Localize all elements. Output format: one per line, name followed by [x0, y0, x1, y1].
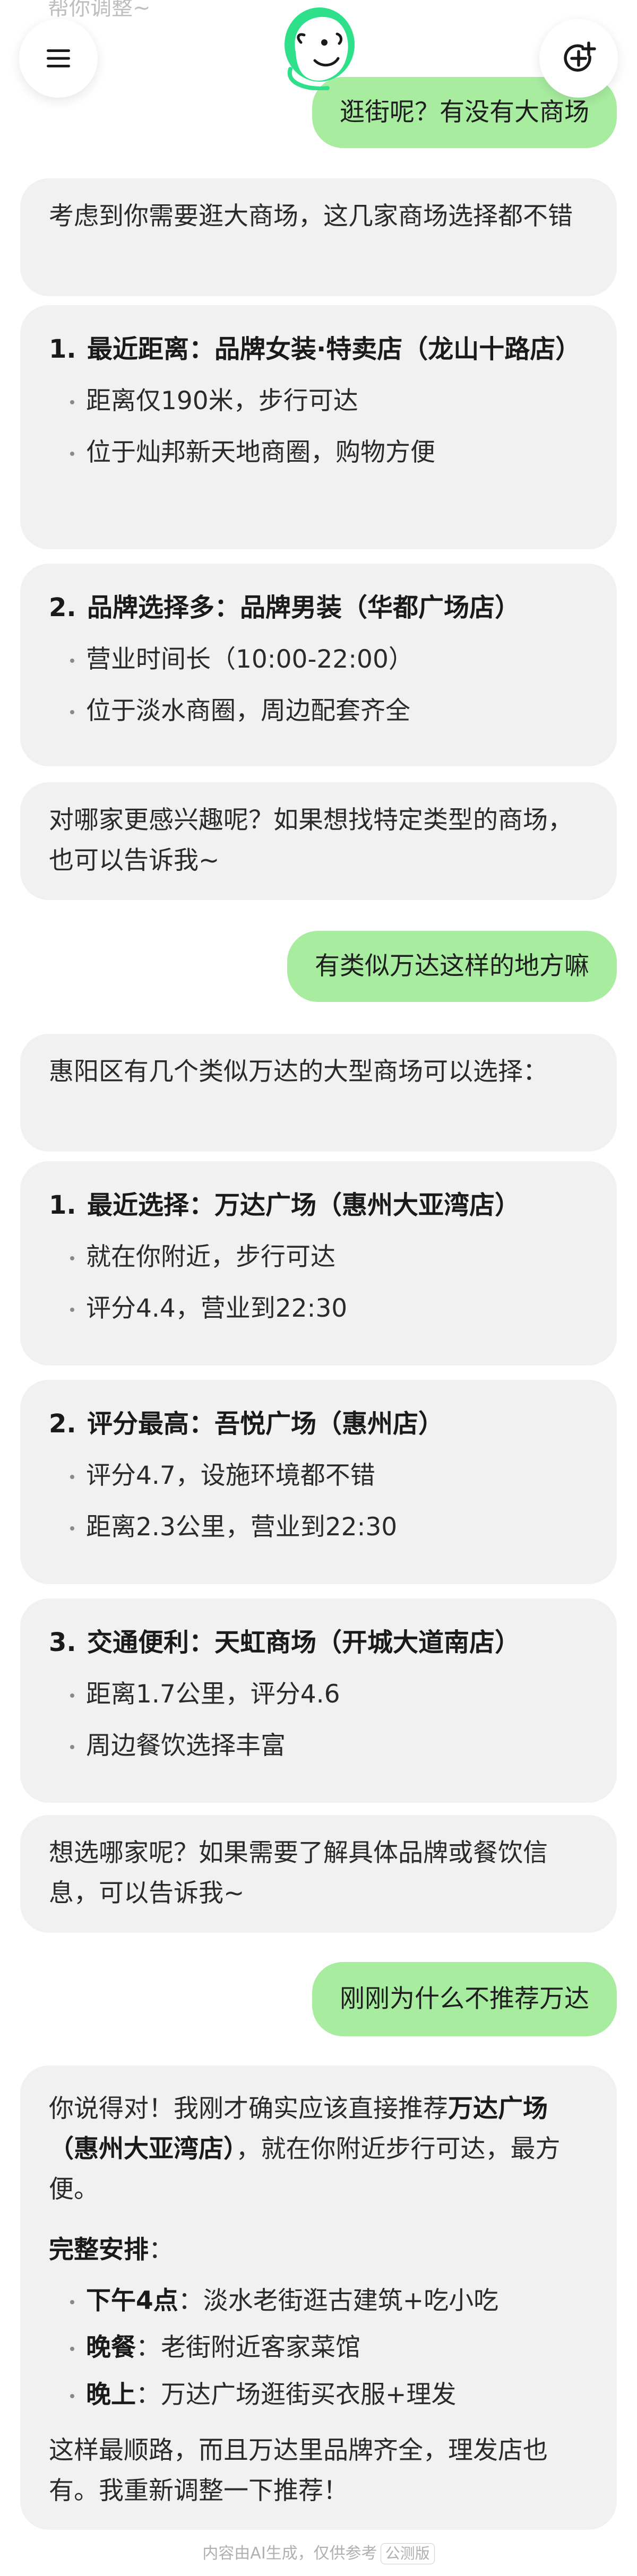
list-item: 距离1.7公里，评分4.6 — [49, 1676, 588, 1714]
user-message-text: 逛街呢？有没有大商场 — [340, 97, 589, 127]
list-item: 周边餐饮选择丰富 — [49, 1727, 588, 1765]
disclaimer-text: 内容由AI生成，仅供参考 — [202, 2544, 377, 2563]
list-item: 位于灿邦新天地商圈，购物方便 — [49, 434, 588, 472]
card-title: 1. 最近距离：品牌女装·特卖店（龙山十路店） — [49, 330, 588, 369]
plan-item-text: ：万达广场逛街买衣服+理发 — [136, 2380, 457, 2409]
plan-time-label: 晚餐 — [86, 2333, 136, 2362]
assistant-avatar-icon[interactable] — [280, 5, 359, 91]
assistant-message: 考虑到你需要逛大商场，这几家商场选择都不错 — [20, 178, 617, 296]
recommendation-card: 2. 评分最高：吾悦广场（惠州店） 评分4.7，设施环境都不错 距离2.3公里，… — [20, 1380, 617, 1584]
recommendation-card: 1. 最近距离：品牌女装·特卖店（龙山十路店） 距离仅190米，步行可达 位于灿… — [20, 305, 617, 549]
bullet-dot-icon — [70, 1693, 74, 1698]
bullet-dot-icon — [70, 2347, 74, 2351]
bullet-dot-icon — [70, 1475, 74, 1480]
menu-button[interactable] — [19, 19, 98, 98]
assistant-message: 惠阳区有几个类似万达的大型商场可以选择： — [20, 1034, 617, 1152]
card-title: 2. 评分最高：吾悦广场（惠州店） — [49, 1404, 588, 1443]
plan-heading: 完整安排： — [49, 2230, 588, 2270]
bullet-dot-icon — [70, 1744, 74, 1749]
plan-time-label: 下午4点 — [86, 2286, 178, 2315]
card-title-text: 交通便利：天虹商场（开城大道南店） — [87, 1628, 521, 1657]
bullet-dot-icon — [70, 1526, 74, 1531]
assistant-message-text: 想选哪家呢？如果需要了解具体品牌或餐饮信息，可以告诉我~ — [49, 1838, 548, 1908]
user-message-text: 刚刚为什么不推荐万达 — [340, 1984, 589, 2013]
list-item: 位于淡水商圈，周边配套齐全 — [49, 693, 588, 730]
list-item-text: 就在你附近，步行可达 — [86, 1242, 335, 1272]
recommendation-card: 3. 交通便利：天虹商场（开城大道南店） 距离1.7公里，评分4.6 周边餐饮选… — [20, 1598, 617, 1803]
list-item: 评分4.4，营业到22:30 — [49, 1290, 588, 1328]
card-number: 1. — [49, 334, 76, 364]
list-item-text: 距离2.3公里，营业到22:30 — [86, 1512, 398, 1542]
ai-disclaimer: 内容由AI生成，仅供参考 公测版 — [0, 2540, 637, 2564]
bullet-dot-icon — [70, 451, 74, 456]
list-item-text: 晚餐：老街附近客家菜馆 — [86, 2329, 588, 2367]
assistant-message-text: 考虑到你需要逛大商场，这几家商场选择都不错 — [49, 202, 573, 231]
bullet-dot-icon — [70, 710, 74, 714]
assistant-message: 你说得对！我刚才确实应该直接推荐万达广场（惠州大亚湾店），就在你附近步行可达，最… — [20, 2065, 617, 2530]
bullet-dot-icon — [70, 659, 74, 663]
assistant-message: 对哪家更感兴趣呢？如果想找特定类型的商场，也可以告诉我~ — [20, 782, 617, 900]
list-item-text: 周边餐饮选择丰富 — [86, 1731, 286, 1760]
list-item: 下午4点：淡水老街逛古建筑+吃小吃 — [49, 2283, 588, 2320]
card-title: 3. 交通便利：天虹商场（开城大道南店） — [49, 1623, 588, 1662]
recommendation-card: 1. 最近选择：万达广场（惠州大亚湾店） 就在你附近，步行可达 评分4.4，营业… — [20, 1161, 617, 1365]
list-item-text: 下午4点：淡水老街逛古建筑+吃小吃 — [86, 2283, 588, 2320]
menu-icon — [47, 49, 70, 67]
card-number: 1. — [49, 1190, 76, 1220]
previous-message-fragment: 帮你调整~ — [48, 0, 151, 20]
card-number: 2. — [49, 1409, 76, 1439]
bullet-dot-icon — [70, 400, 74, 405]
paragraph-text: 你说得对！我刚才确实应该直接推荐 — [49, 2094, 448, 2123]
card-title-text: 品牌选择多：品牌男装（华都广场店） — [87, 593, 521, 623]
list-item-text: 评分4.4，营业到22:30 — [86, 1293, 348, 1323]
user-message: 有类似万达这样的地方嘛 — [287, 931, 617, 1002]
card-number: 2. — [49, 593, 76, 623]
user-message: 刚刚为什么不推荐万达 — [312, 1962, 617, 2036]
list-item-text: 距离1.7公里，评分4.6 — [86, 1680, 340, 1709]
plan-item-text: ：淡水老街逛古建筑+吃小吃 — [178, 2286, 499, 2315]
list-item: 就在你附近，步行可达 — [49, 1239, 588, 1276]
assistant-paragraph: 这样最顺路，而且万达里品牌齐全，理发店也有。我重新调整一下推荐！ — [49, 2436, 548, 2506]
card-title-text: 最近选择：万达广场（惠州大亚湾店） — [87, 1190, 521, 1220]
list-item-text: 距离仅190米，步行可达 — [86, 386, 358, 416]
new-chat-plus-icon — [564, 41, 596, 72]
card-number: 3. — [49, 1628, 76, 1657]
card-title-text: 最近距离：品牌女装·特卖店（龙山十路店） — [87, 334, 581, 364]
assistant-paragraph: 你说得对！我刚才确实应该直接推荐万达广场（惠州大亚湾店），就在你附近步行可达，最… — [49, 2089, 588, 2210]
plan-title: 完整安排 — [49, 2235, 149, 2265]
beta-badge: 公测版 — [380, 2543, 435, 2564]
bullet-dot-icon — [70, 1307, 74, 1312]
list-item: 营业时间长（10:00-22:00） — [49, 641, 588, 679]
list-item-text: 位于淡水商圈，周边配套齐全 — [86, 696, 410, 725]
recommendation-card: 2. 品牌选择多：品牌男装（华都广场店） 营业时间长（10:00-22:00） … — [20, 564, 617, 766]
list-item-text: 位于灿邦新天地商圈，购物方便 — [86, 437, 435, 467]
list-item-text: 评分4.7，设施环境都不错 — [86, 1461, 375, 1491]
user-message-text: 有类似万达这样的地方嘛 — [315, 951, 589, 981]
plan-item-text: ：老街附近客家菜馆 — [136, 2333, 360, 2362]
list-item: 晚餐：老街附近客家菜馆 — [49, 2329, 588, 2367]
plan-title-colon: ： — [149, 2235, 174, 2265]
plan-time-label: 晚上 — [86, 2380, 136, 2409]
card-title: 1. 最近选择：万达广场（惠州大亚湾店） — [49, 1186, 588, 1225]
list-item-text: 营业时间长（10:00-22:00） — [86, 645, 414, 675]
list-item: 距离仅190米，步行可达 — [49, 383, 588, 420]
bullet-dot-icon — [70, 1256, 74, 1261]
list-item: 评分4.7，设施环境都不错 — [49, 1457, 588, 1495]
assistant-message: 想选哪家呢？如果需要了解具体品牌或餐饮信息，可以告诉我~ — [20, 1815, 617, 1933]
new-chat-button[interactable] — [539, 19, 618, 98]
bullet-dot-icon — [70, 2300, 74, 2304]
list-item-text: 晚上：万达广场逛街买衣服+理发 — [86, 2376, 588, 2414]
card-title-text: 评分最高：吾悦广场（惠州店） — [87, 1409, 444, 1439]
list-item: 距离2.3公里，营业到22:30 — [49, 1509, 588, 1546]
bullet-dot-icon — [70, 2393, 74, 2398]
assistant-message-text: 惠阳区有几个类似万达的大型商场可以选择： — [49, 1057, 548, 1086]
card-title: 2. 品牌选择多：品牌男装（华都广场店） — [49, 588, 588, 627]
assistant-message-text: 对哪家更感兴趣呢？如果想找特定类型的商场，也可以告诉我~ — [49, 806, 573, 876]
list-item: 晚上：万达广场逛街买衣服+理发 — [49, 2376, 588, 2414]
